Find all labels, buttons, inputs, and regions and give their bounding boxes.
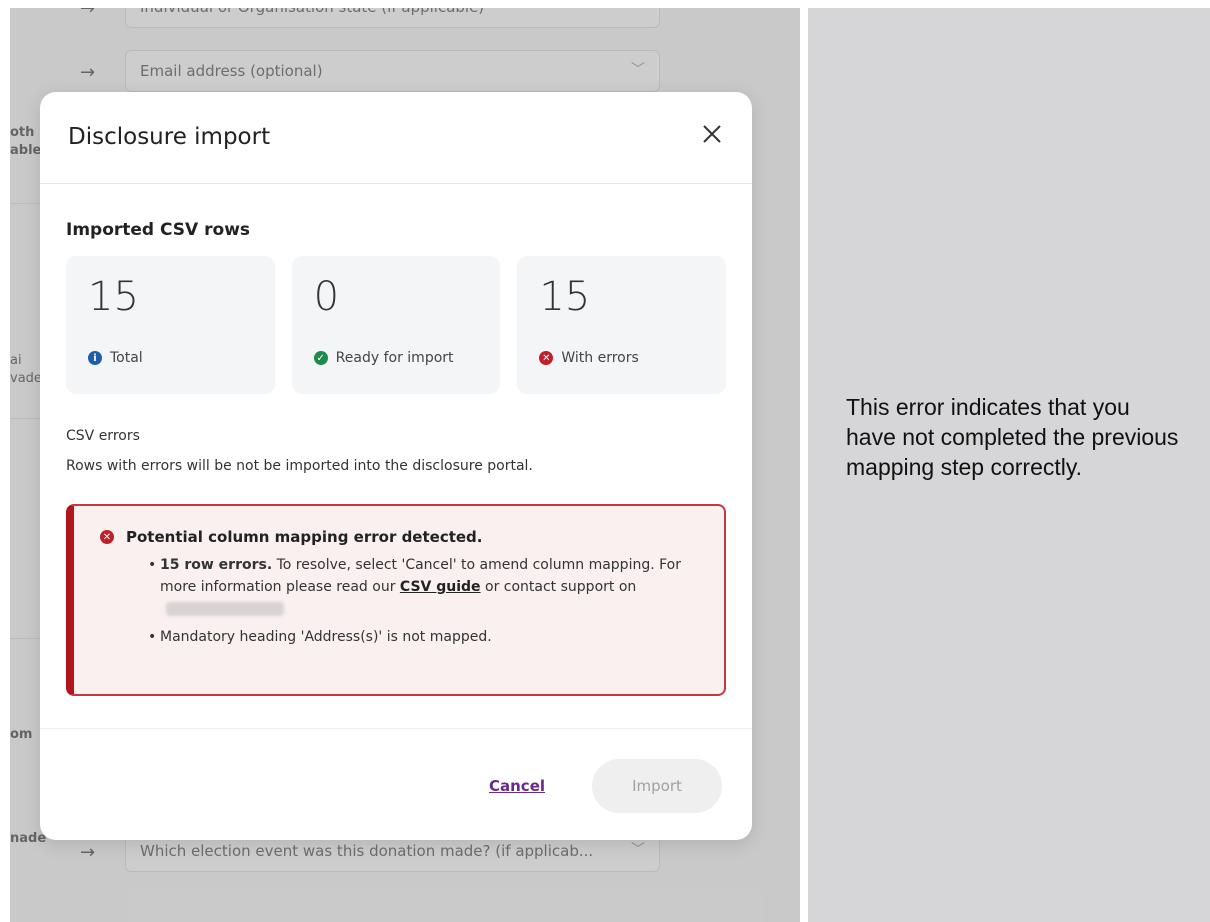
stat-label-text: With errors: [561, 350, 639, 366]
stats-row: 15 i Total 0 ✓ Ready for import 15 ✕ Wit…: [66, 256, 727, 394]
csv-errors-description: Rows with errors will be not be imported…: [66, 458, 533, 474]
list-item: Mandatory heading 'Address(s)' is not ma…: [148, 626, 698, 648]
error-list: 15 row errors. To resolve, select 'Cance…: [148, 554, 698, 648]
redacted-phone: [166, 602, 284, 616]
error-alert-title-text: Potential column mapping error detected.: [126, 528, 483, 546]
stat-label-text: Total: [110, 350, 143, 366]
screenshot-area: → Individual or Organisation state (if a…: [10, 8, 800, 922]
error-alert-title: ✕ Potential column mapping error detecte…: [100, 528, 698, 546]
modal-title: Disclosure import: [68, 124, 271, 150]
stat-value: 0: [313, 274, 340, 320]
error-x-icon: ✕: [100, 530, 114, 544]
error-text: or contact support on: [480, 579, 637, 595]
stat-value: 15: [88, 274, 139, 320]
stat-label-text: Ready for import: [335, 350, 454, 366]
disclosure-import-modal: Disclosure import Imported CSV rows 15 i…: [40, 92, 752, 840]
stat-label: ✓ Ready for import: [313, 350, 454, 366]
section-title: Imported CSV rows: [66, 220, 251, 240]
csv-guide-link[interactable]: CSV guide: [400, 579, 481, 595]
info-icon: i: [88, 351, 102, 365]
stat-card-errors: 15 ✕ With errors: [517, 256, 727, 394]
error-count: 15 row errors.: [160, 557, 273, 573]
stat-label: ✕ With errors: [539, 350, 639, 366]
stat-card-ready: 0 ✓ Ready for import: [291, 256, 501, 394]
error-x-icon: ✕: [539, 351, 554, 365]
error-alert: ✕ Potential column mapping error detecte…: [66, 504, 726, 696]
check-circle-icon: ✓: [313, 351, 328, 365]
caption-text: This error indicates that you have not c…: [846, 394, 1179, 480]
close-icon: [703, 125, 721, 143]
caption-panel: This error indicates that you have not c…: [808, 8, 1210, 922]
csv-errors-heading: CSV errors: [66, 428, 140, 444]
close-button[interactable]: [696, 118, 728, 150]
stat-card-total: 15 i Total: [66, 256, 275, 394]
list-item: 15 row errors. To resolve, select 'Cance…: [148, 554, 698, 620]
modal-footer: Cancel Import: [40, 728, 752, 840]
modal-body: Imported CSV rows 15 i Total 0 ✓ Ready f…: [40, 184, 752, 696]
stat-label: i Total: [88, 350, 143, 366]
modal-header: Disclosure import: [40, 92, 752, 184]
import-button[interactable]: Import: [592, 759, 722, 813]
stat-value: 15: [539, 274, 591, 320]
cancel-button[interactable]: Cancel: [489, 777, 545, 795]
